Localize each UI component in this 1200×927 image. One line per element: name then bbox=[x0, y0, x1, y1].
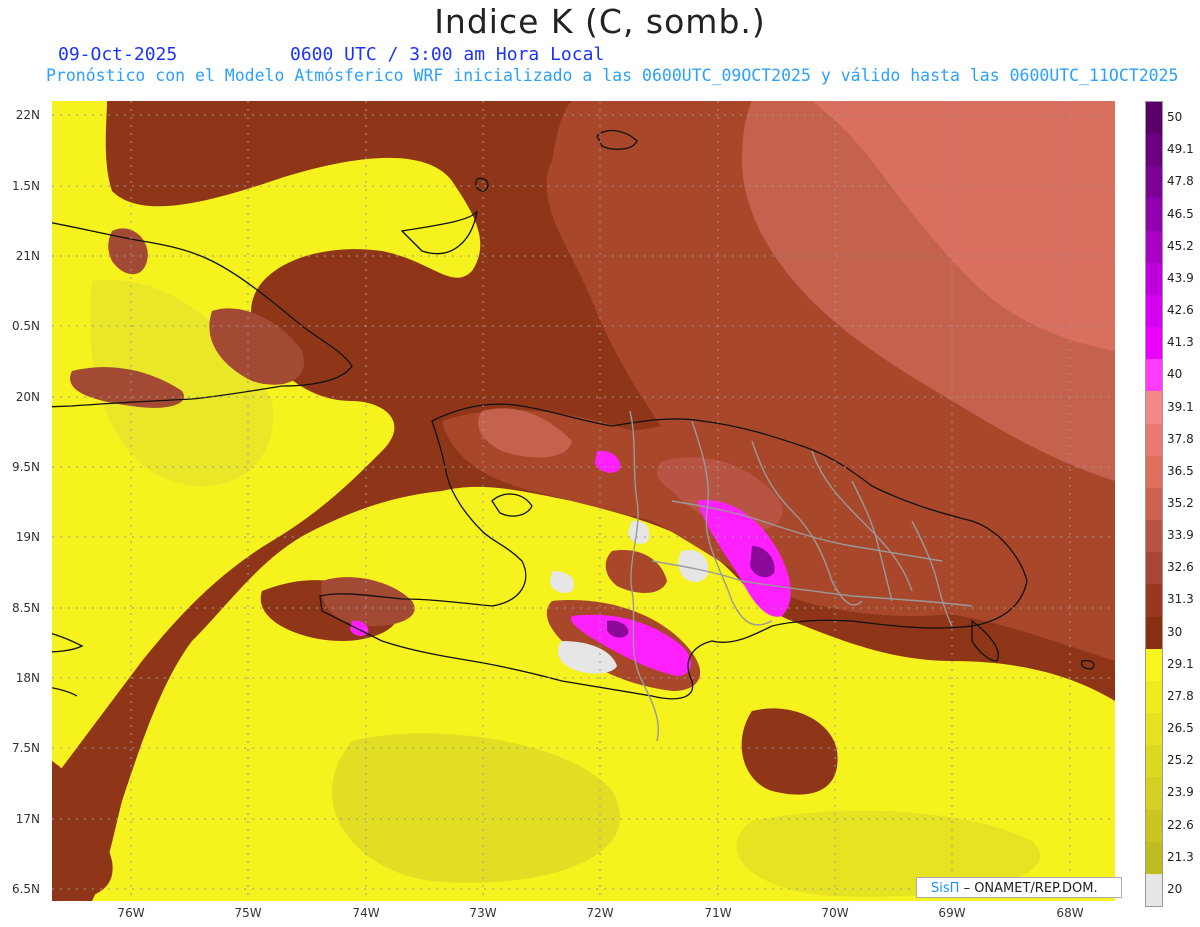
colorbar-segment bbox=[1146, 327, 1162, 360]
lon-tick-label: 72W bbox=[586, 906, 614, 920]
credit-box: SisΠ – ONAMET/REP.DOM. bbox=[916, 877, 1122, 898]
colorbar-tick-label: 20 bbox=[1167, 881, 1183, 896]
lat-tick-label: 17N bbox=[15, 812, 40, 826]
colorbar-tick-label: 39.1 bbox=[1167, 399, 1194, 414]
colorbar-segment bbox=[1146, 166, 1162, 199]
colorbar-segment bbox=[1146, 198, 1162, 232]
colorbar-tick-label: 32.6 bbox=[1167, 560, 1194, 575]
colorbar bbox=[1145, 101, 1163, 907]
forecast-time: 0600 UTC / 3:00 am Hora Local bbox=[290, 44, 605, 65]
colorbar-segment bbox=[1146, 680, 1162, 714]
colorbar-segment bbox=[1146, 552, 1162, 585]
lat-tick-label: 18N bbox=[15, 671, 40, 685]
colorbar-tick-label: 31.3 bbox=[1167, 592, 1194, 607]
lat-tick-label: 1.5N bbox=[11, 179, 40, 193]
colorbar-tick-label: 36.5 bbox=[1167, 463, 1194, 478]
lon-tick-label: 74W bbox=[352, 906, 380, 920]
colorbar-tick-label: 27.8 bbox=[1167, 688, 1194, 703]
lat-tick-label: 7.5N bbox=[11, 741, 40, 755]
colorbar-segment bbox=[1146, 841, 1162, 875]
colorbar-tick-label: 45.2 bbox=[1167, 238, 1194, 253]
colorbar-tick-label: 49.1 bbox=[1167, 142, 1194, 157]
credit-brand: SisΠ bbox=[931, 881, 960, 896]
colorbar-tick-label: 33.9 bbox=[1167, 528, 1194, 543]
lat-tick-label: 0.5N bbox=[11, 319, 40, 333]
colorbar-segment bbox=[1146, 455, 1162, 489]
colorbar-tick-label: 50 bbox=[1167, 110, 1183, 125]
lat-tick-label: 9.5N bbox=[11, 460, 40, 474]
lon-tick-label: 68W bbox=[1056, 906, 1084, 920]
lat-tick-label: 22N bbox=[15, 108, 40, 122]
lat-tick-label: 21N bbox=[15, 249, 40, 263]
lon-tick-label: 76W bbox=[117, 906, 145, 920]
lon-tick-label: 75W bbox=[234, 906, 262, 920]
colorbar-tick-label: 43.9 bbox=[1167, 270, 1194, 285]
colorbar-segment bbox=[1146, 262, 1162, 296]
colorbar-segment bbox=[1146, 648, 1162, 682]
forecast-date: 09-Oct-2025 bbox=[58, 44, 178, 65]
colorbar-tick-label: 41.3 bbox=[1167, 335, 1194, 350]
colorbar-tick-label: 46.5 bbox=[1167, 206, 1194, 221]
lon-tick-label: 70W bbox=[821, 906, 849, 920]
colorbar-tick-label: 25.2 bbox=[1167, 753, 1194, 768]
colorbar-tick-label: 35.2 bbox=[1167, 496, 1194, 510]
lon-tick-label: 71W bbox=[704, 906, 732, 920]
colorbar-segment bbox=[1146, 134, 1162, 167]
colorbar-segment bbox=[1146, 102, 1162, 135]
colorbar-tick-label: 26.5 bbox=[1167, 721, 1194, 736]
colorbar-segment bbox=[1146, 584, 1162, 618]
lon-tick-label: 69W bbox=[938, 906, 966, 920]
colorbar-segment bbox=[1146, 745, 1162, 778]
colorbar-segment bbox=[1146, 359, 1162, 392]
colorbar-segment bbox=[1146, 713, 1162, 746]
colorbar-tick-label: 40 bbox=[1167, 367, 1183, 382]
lat-tick-label: 20N bbox=[15, 390, 40, 404]
credit-text: – ONAMET/REP.DOM. bbox=[963, 881, 1098, 896]
colorbar-tick-label: 42.6 bbox=[1167, 303, 1194, 318]
colorbar-tick-label: 22.6 bbox=[1167, 817, 1194, 832]
colorbar-segment bbox=[1146, 777, 1162, 811]
colorbar-tick-label: 37.8 bbox=[1167, 431, 1194, 446]
colorbar-segment bbox=[1146, 294, 1162, 328]
k-index-map[interactable] bbox=[52, 101, 1115, 901]
colorbar-tick-label: 23.9 bbox=[1167, 785, 1194, 800]
colorbar-segment bbox=[1146, 520, 1162, 553]
colorbar-tick-label: 47.8 bbox=[1167, 174, 1194, 189]
colorbar-segment bbox=[1146, 391, 1162, 425]
colorbar-segment bbox=[1146, 873, 1162, 907]
colorbar-segment bbox=[1146, 230, 1162, 264]
lon-tick-label: 73W bbox=[469, 906, 497, 920]
colorbar-segment bbox=[1146, 487, 1162, 521]
colorbar-tick-label: 30 bbox=[1167, 624, 1183, 639]
lat-tick-label: 8.5N bbox=[11, 601, 40, 615]
forecast-subtitle: Pronóstico con el Modelo Atmósferico WRF… bbox=[46, 66, 1179, 85]
lat-tick-label: 6.5N bbox=[11, 882, 40, 896]
lat-tick-label: 19N bbox=[15, 530, 40, 544]
colorbar-segment bbox=[1146, 423, 1162, 457]
map-title: Indice K (C, somb.) bbox=[434, 2, 766, 41]
contour-fill bbox=[52, 101, 1115, 901]
colorbar-tick-label: 29.1 bbox=[1167, 656, 1194, 671]
colorbar-tick-label: 21.3 bbox=[1167, 849, 1194, 864]
colorbar-segment bbox=[1146, 616, 1162, 650]
colorbar-segment bbox=[1146, 809, 1162, 843]
